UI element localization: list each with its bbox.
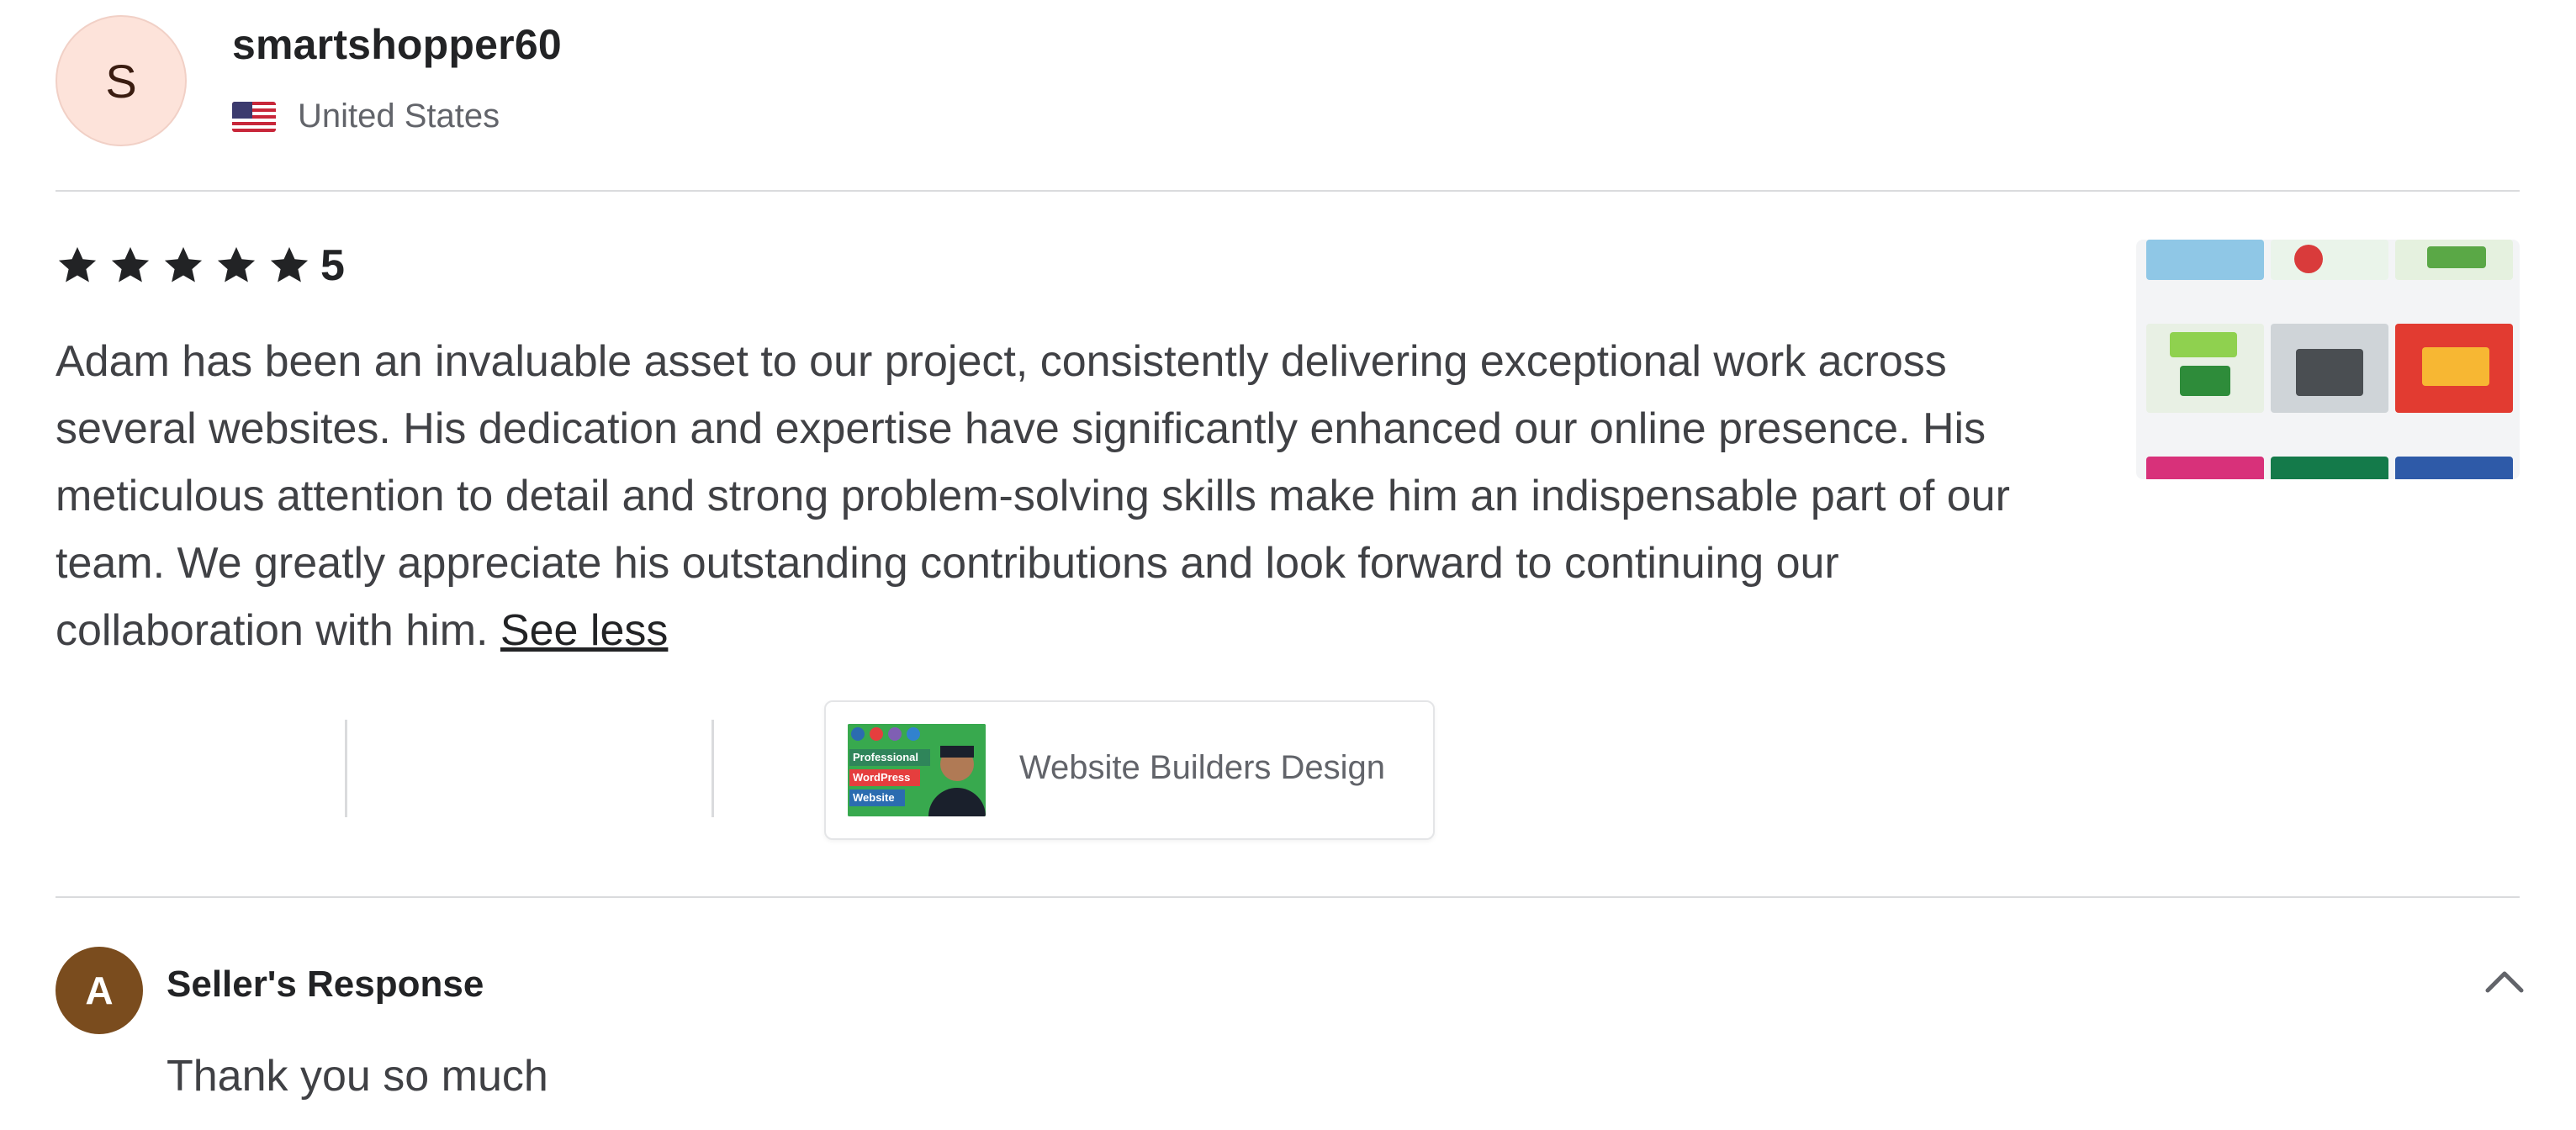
rating-value: 5 [320,241,345,290]
gig-card[interactable]: Professional WordPress Website Website B… [824,700,1435,840]
divider [56,190,2520,192]
meta-separator [345,720,347,817]
star-icon [270,246,309,282]
country-label: United States [298,98,500,135]
gig-thumbnail: Professional WordPress Website [848,724,986,816]
review-text: Adam has been an invaluable asset to our… [56,328,2066,664]
star-icon [217,246,256,282]
seller-avatar[interactable]: A [56,947,143,1034]
seller-response-title: Seller's Response [167,964,484,1005]
review-attachment-thumbnail[interactable] [2136,240,2520,479]
reviewer-avatar[interactable]: S [56,15,187,146]
star-icon [164,246,203,282]
gig-thumb-text: Professional [853,751,918,763]
divider [56,896,2520,898]
reviewer-username[interactable]: smartshopper60 [232,20,562,69]
star-rating: 5 [56,240,345,291]
meta-separator [711,720,714,817]
gig-title: Website Builders Design [1019,749,1386,786]
seller-response-text: Thank you so much [167,1052,548,1101]
star-icon [111,246,150,282]
star-icon [58,246,97,282]
gig-thumb-text: Website [853,791,895,804]
reviewer-header: S smartshopper60 United States [56,15,2520,192]
us-flag-icon [232,101,276,132]
chevron-up-icon[interactable] [2481,962,2528,999]
gig-thumb-text: WordPress [853,771,910,784]
reviewer-country: United States [232,98,500,135]
see-less-link[interactable]: See less [500,606,668,655]
review-body: Adam has been an invaluable asset to our… [56,337,2010,655]
